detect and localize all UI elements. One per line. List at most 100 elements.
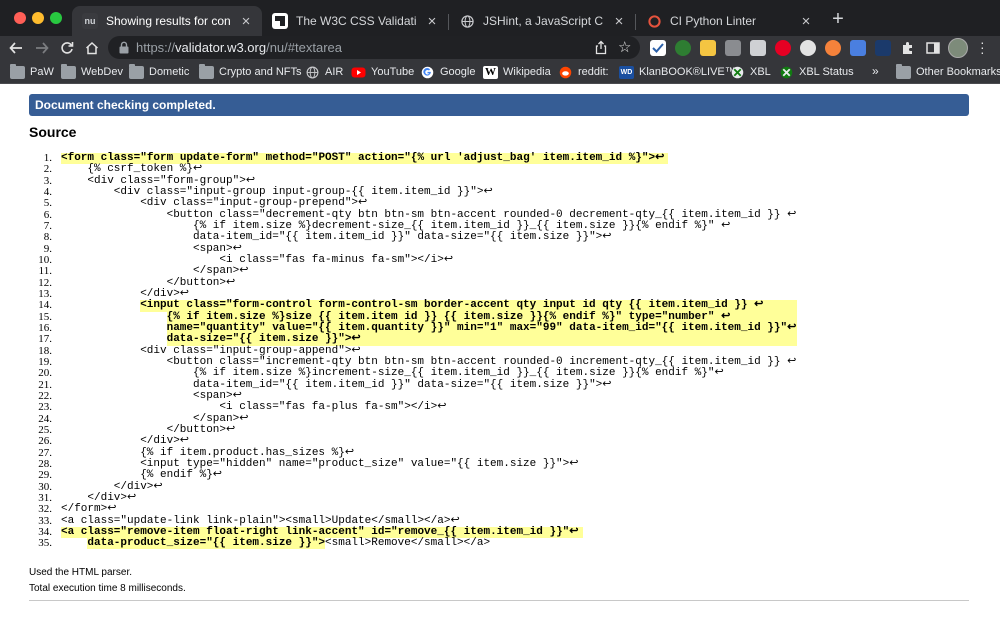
- bookmark-label: KlanBOOK®LIVE™: [639, 66, 736, 78]
- lock-icon[interactable]: [118, 41, 130, 54]
- wikipedia-icon: W: [483, 65, 498, 79]
- line-code-highlighted: data-product_size="{{ item.size }}">: [87, 537, 326, 550]
- source-line: 10. <i class="fas fa-minus fa-sm"></i>↩: [20, 254, 980, 266]
- bookmarks-overflow-chevron[interactable]: »: [872, 64, 879, 78]
- line-code: data-item_id="{{ item.item_id }}" data-s…: [193, 378, 612, 391]
- ci-favicon-icon: [646, 13, 662, 29]
- window-close-button[interactable]: [14, 12, 26, 24]
- source-line: 14. <input class="form-control form-contr…: [20, 299, 980, 312]
- browser-tab-strip: nu Showing results for contents o × The …: [0, 0, 1000, 36]
- source-listing: 1. <form class="form update-form" method=…: [20, 152, 980, 550]
- extension-checklist-icon[interactable]: [650, 40, 666, 56]
- bookmark-klanbook[interactable]: WD KlanBOOK®LIVE™: [619, 64, 736, 80]
- source-line: 17. data-size="{{ item.size }}">↩: [20, 333, 980, 346]
- parser-note: Used the HTML parser.: [29, 567, 133, 578]
- bookmark-label: YouTube: [371, 66, 415, 78]
- line-code: data-product_size="{{ item.size }}"><sma…: [87, 537, 494, 550]
- line-code: data-item_id="{{ item.item_id }}" data-s…: [193, 231, 612, 244]
- extensions-puzzle-icon[interactable]: [900, 40, 916, 56]
- line-number: 2.: [43, 163, 52, 176]
- side-panel-icon[interactable]: [925, 40, 941, 56]
- tab-close-icon[interactable]: ×: [238, 13, 254, 30]
- extension-evernote-icon[interactable]: [675, 40, 691, 56]
- window-minimize-button[interactable]: [32, 12, 44, 24]
- folder-icon: [896, 63, 911, 79]
- page-content: Document checking completed. Source 1. <f…: [0, 85, 1000, 625]
- extension-github-icon[interactable]: [800, 40, 816, 56]
- bookmark-xbl[interactable]: XBL: [730, 64, 771, 80]
- line-number: 20.: [38, 367, 52, 380]
- profile-avatar[interactable]: [948, 38, 968, 58]
- bookmark-youtube[interactable]: YouTube: [351, 64, 414, 80]
- folder-icon: [199, 63, 214, 79]
- tab-validator-results[interactable]: nu Showing results for contents o ×: [72, 6, 262, 36]
- bookmark-wikipedia[interactable]: W Wikipedia: [483, 64, 551, 80]
- reload-icon[interactable]: [57, 38, 77, 58]
- line-code-plain: <small>Remove</small></a>: [325, 537, 491, 550]
- tab-jshint[interactable]: JSHint, a JavaScript Code Qua ×: [449, 6, 635, 36]
- address-bar[interactable]: https://validator.w3.org/nu/#textarea ☆: [108, 36, 640, 59]
- source-line: 24. </span>↩: [20, 413, 980, 425]
- source-line: 29. {% endif %}↩: [20, 469, 980, 482]
- home-icon[interactable]: [82, 38, 102, 58]
- source-line: 23. <i class="fas fa-plus fa-sm"></i>↩: [20, 401, 980, 414]
- tab-close-icon[interactable]: ×: [798, 13, 814, 30]
- browser-toolbar: https://validator.w3.org/nu/#textarea ☆ …: [0, 35, 1000, 60]
- tab-close-icon[interactable]: ×: [424, 13, 440, 30]
- source-line: 16. name="quantity" value="{{ item.quanti…: [20, 322, 980, 335]
- line-code: {% endif %}↩: [140, 469, 223, 482]
- bookmark-google[interactable]: Google: [420, 64, 475, 80]
- source-line: 2. {% csrf_token %}↩: [20, 163, 980, 176]
- bookmark-paw[interactable]: PaW: [10, 63, 54, 80]
- source-line: 5. <div class="input-group-prepend">↩: [20, 197, 980, 209]
- line-number: 26.: [38, 435, 52, 448]
- extension-pinterest-icon[interactable]: [775, 40, 791, 56]
- bookmark-label: PaW: [30, 66, 54, 78]
- bookmarks-bar: PaW WebDev Dometic Crypto and NFTs AIR Y…: [0, 60, 1000, 84]
- line-code: {% csrf_token %}↩: [87, 163, 203, 176]
- window-zoom-button[interactable]: [50, 12, 62, 24]
- line-number: 17.: [38, 333, 52, 346]
- extension-keep-icon[interactable]: [700, 40, 716, 56]
- source-line: 31. </div>↩: [20, 492, 980, 504]
- bookmark-label: AIR: [325, 66, 344, 78]
- source-line: 32. </form>↩: [20, 503, 980, 515]
- xbox-icon: [780, 66, 793, 78]
- bookmark-label: XBL: [750, 66, 771, 78]
- bookmark-crypto[interactable]: Crypto and NFTs: [199, 63, 302, 80]
- extension-translate-icon[interactable]: [725, 40, 741, 56]
- folder-icon: [61, 63, 76, 79]
- source-line: 26. </div>↩: [20, 435, 980, 448]
- source-line: 21. data-item_id="{{ item.item_id }}" dat…: [20, 378, 980, 391]
- bookmark-other[interactable]: Other Bookmarks: [896, 63, 1000, 80]
- bookmark-label: XBL Status: [799, 66, 854, 78]
- line-code: <i class="fas fa-plus fa-sm"></i>↩: [219, 401, 447, 414]
- extension-screen-icon[interactable]: [875, 40, 891, 56]
- share-icon[interactable]: [594, 40, 608, 55]
- bookmark-webdev[interactable]: WebDev: [61, 63, 123, 80]
- source-line: 9. <span>↩: [20, 243, 980, 255]
- browser-menu-icon[interactable]: · · ·: [980, 35, 985, 59]
- new-tab-plus-icon[interactable]: +: [828, 9, 848, 29]
- bookmark-star-icon[interactable]: ☆: [618, 38, 631, 56]
- extension-window-icon[interactable]: [750, 40, 766, 56]
- line-number: 14.: [38, 299, 52, 312]
- extension-docs-icon[interactable]: [850, 40, 866, 56]
- url-text[interactable]: https://validator.w3.org/nu/#textarea: [136, 40, 342, 55]
- bookmark-reddit[interactable]: reddit:: [558, 64, 609, 80]
- bookmark-xbl-status[interactable]: XBL Status: [779, 64, 854, 80]
- google-icon: [421, 66, 434, 78]
- line-code: <input class="form-control form-control-…: [140, 299, 797, 312]
- globe-favicon-icon: [459, 13, 475, 29]
- tab-css-validator[interactable]: The W3C CSS Validation Servi ×: [262, 6, 448, 36]
- bookmark-dometic[interactable]: Dometic: [129, 63, 189, 80]
- divider: [29, 600, 969, 601]
- bookmark-air[interactable]: AIR: [305, 64, 343, 80]
- tab-python-linter[interactable]: CI Python Linter ×: [636, 6, 822, 36]
- line-number: 29.: [38, 469, 52, 482]
- forward-arrow-icon[interactable]: [32, 38, 52, 58]
- extension-grammarly-icon[interactable]: [825, 40, 841, 56]
- source-line: 35. data-product_size="{{ item.size }}"><…: [20, 537, 980, 550]
- tab-close-icon[interactable]: ×: [611, 13, 627, 30]
- back-arrow-icon[interactable]: [6, 38, 26, 58]
